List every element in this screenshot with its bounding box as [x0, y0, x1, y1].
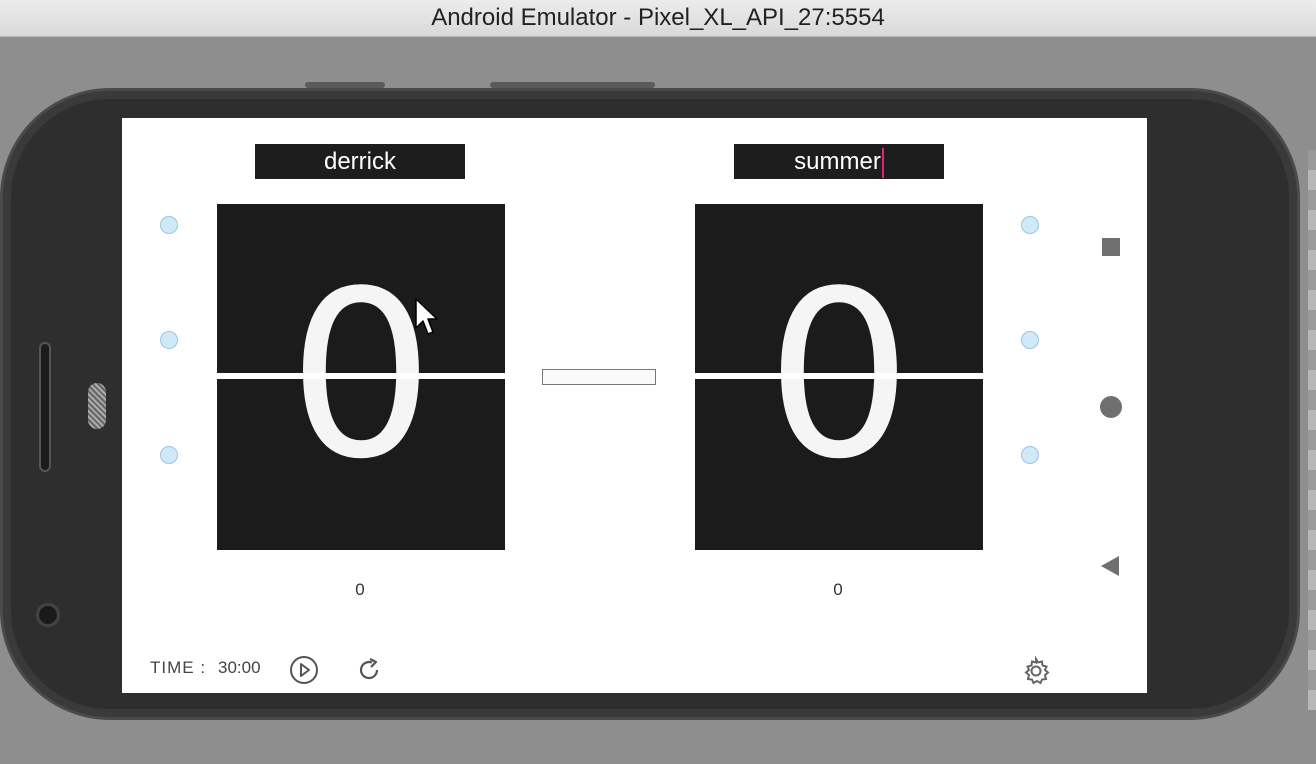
phone-sensor	[88, 383, 106, 429]
reset-button[interactable]	[353, 654, 385, 686]
mouse-cursor-icon	[415, 298, 438, 335]
play-circle-icon	[290, 656, 318, 684]
right-score-card[interactable]: 0	[695, 204, 983, 550]
gear-icon	[1024, 656, 1050, 685]
timer-label: TIME :	[150, 658, 207, 677]
right-indicator-dot-2[interactable]	[1021, 331, 1039, 349]
left-indicator-dot-3[interactable]	[160, 446, 178, 464]
left-card-divider	[217, 373, 505, 379]
right-indicator-dot-3[interactable]	[1021, 446, 1039, 464]
phone-speaker	[39, 342, 51, 472]
text-caret	[881, 147, 884, 178]
score-separator	[542, 369, 656, 385]
right-card-divider	[695, 373, 983, 379]
left-player-name-input[interactable]: derrick	[255, 144, 465, 179]
app-screen: derrick summer 0 0 0 0 TIME : 30:00	[122, 118, 1147, 693]
square-icon[interactable]	[1102, 238, 1120, 256]
settings-button[interactable]	[1019, 654, 1053, 688]
timer-value: 30:00	[218, 658, 261, 677]
triangle-back-icon[interactable]	[1101, 556, 1119, 576]
left-indicator-dot-2[interactable]	[160, 331, 178, 349]
right-indicator-dot-1[interactable]	[1021, 216, 1039, 234]
right-player-name-input[interactable]: summer	[734, 144, 944, 179]
right-sub-score: 0	[833, 580, 843, 599]
left-player-name: derrick	[323, 148, 396, 175]
left-sub-score: 0	[355, 580, 365, 599]
circle-icon[interactable]	[1100, 396, 1122, 418]
left-score-card[interactable]: 0	[217, 204, 505, 550]
left-indicator-dot-1[interactable]	[160, 216, 178, 234]
window-titlebar: Android Emulator - Pixel_XL_API_27:5554	[0, 0, 1316, 37]
window-title: Android Emulator - Pixel_XL_API_27:5554	[431, 4, 885, 31]
phone-camera	[36, 603, 60, 627]
play-button[interactable]	[288, 654, 320, 686]
right-player-name: summer	[794, 148, 881, 175]
emulator-side-toolbar	[1308, 150, 1316, 710]
refresh-icon	[359, 658, 379, 680]
